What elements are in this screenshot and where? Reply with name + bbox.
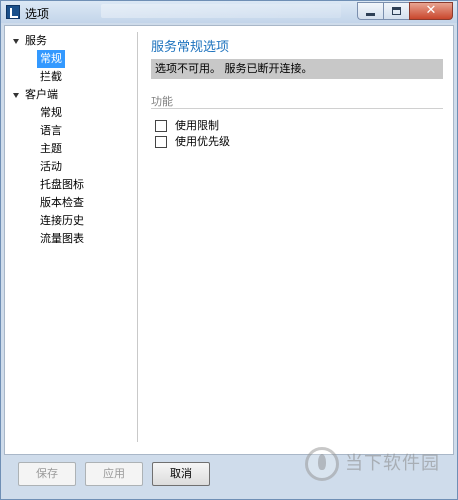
use-limit-checkbox[interactable] — [155, 120, 167, 132]
maximize-button[interactable] — [383, 2, 409, 20]
save-button[interactable]: 保存 — [18, 462, 76, 486]
title-bar[interactable]: 选项 ✕ — [1, 1, 457, 23]
section-divider — [151, 108, 443, 109]
tree-item-label: 拦截 — [40, 70, 62, 83]
expand-arrow-icon[interactable] — [13, 39, 19, 44]
tree-item-client-general[interactable]: 常规 — [11, 104, 135, 122]
checkbox-label: 使用优先级 — [175, 135, 230, 148]
tree-item-service-general[interactable]: 常规 — [11, 50, 135, 68]
panel-title: 服务常规选项 — [151, 40, 230, 55]
options-window: 选项 ✕ 服务 常规 拦截 客户端 常规 语言 主题 活动 托盘图标 版本检查 … — [0, 0, 458, 500]
minimize-button[interactable] — [357, 2, 383, 20]
app-logo-icon — [6, 5, 20, 19]
tree-category-label: 服务 — [25, 34, 47, 47]
tree-item-client-theme[interactable]: 主题 — [11, 140, 135, 158]
close-icon: ✕ — [425, 3, 437, 18]
dialog-content: 服务 常规 拦截 客户端 常规 语言 主题 活动 托盘图标 版本检查 连接历史 … — [4, 25, 454, 455]
tree-category-client[interactable]: 客户端 — [11, 86, 135, 104]
tree-item-label: 版本检查 — [40, 196, 84, 209]
window-controls: ✕ — [357, 2, 453, 21]
tree-item-label: 活动 — [40, 160, 62, 173]
tree-item-label: 语言 — [40, 124, 62, 137]
tree-item-client-tray-icon[interactable]: 托盘图标 — [11, 176, 135, 194]
use-priority-option[interactable]: 使用优先级 — [151, 135, 446, 150]
minimize-icon — [366, 13, 375, 16]
expand-arrow-icon[interactable] — [13, 93, 19, 98]
section-heading: 功能 — [151, 95, 173, 108]
window-title: 选项 — [25, 7, 50, 21]
settings-panel: 服务常规选项 选项不可用。 服务已断开连接。 功能 使用限制 使用优先级 — [151, 36, 446, 150]
maximize-icon — [392, 7, 401, 15]
use-priority-checkbox[interactable] — [155, 136, 167, 148]
tree-item-client-connection-history[interactable]: 连接历史 — [11, 212, 135, 230]
tree-item-label: 常规 — [40, 106, 62, 119]
watermark: 当下软件园 — [301, 441, 451, 496]
status-banner: 选项不可用。 服务已断开连接。 — [151, 59, 443, 79]
tree-category-service[interactable]: 服务 — [11, 32, 135, 50]
tree-item-label: 连接历史 — [40, 214, 84, 227]
tree-item-client-language[interactable]: 语言 — [11, 122, 135, 140]
tree-item-client-activity[interactable]: 活动 — [11, 158, 135, 176]
apply-button[interactable]: 应用 — [85, 462, 143, 486]
settings-tree: 服务 常规 拦截 客户端 常规 语言 主题 活动 托盘图标 版本检查 连接历史 … — [11, 32, 135, 248]
tree-category-label: 客户端 — [25, 88, 58, 101]
tree-item-label: 流量图表 — [40, 232, 84, 245]
checkbox-label: 使用限制 — [175, 119, 219, 132]
watermark-text: 当下软件园 — [345, 453, 440, 474]
tree-item-label: 常规 — [37, 50, 65, 68]
tree-item-client-version-check[interactable]: 版本检查 — [11, 194, 135, 212]
title-bar-background-blur — [101, 4, 341, 18]
watermark-logo-icon — [305, 447, 339, 481]
tree-item-service-intercept[interactable]: 拦截 — [11, 68, 135, 86]
pane-divider[interactable] — [137, 32, 138, 442]
tree-item-client-traffic-chart[interactable]: 流量图表 — [11, 230, 135, 248]
cancel-button[interactable]: 取消 — [152, 462, 210, 486]
tree-item-label: 主题 — [40, 142, 62, 155]
close-button[interactable]: ✕ — [409, 2, 453, 20]
tree-item-label: 托盘图标 — [40, 178, 84, 191]
use-limit-option[interactable]: 使用限制 — [151, 119, 446, 134]
